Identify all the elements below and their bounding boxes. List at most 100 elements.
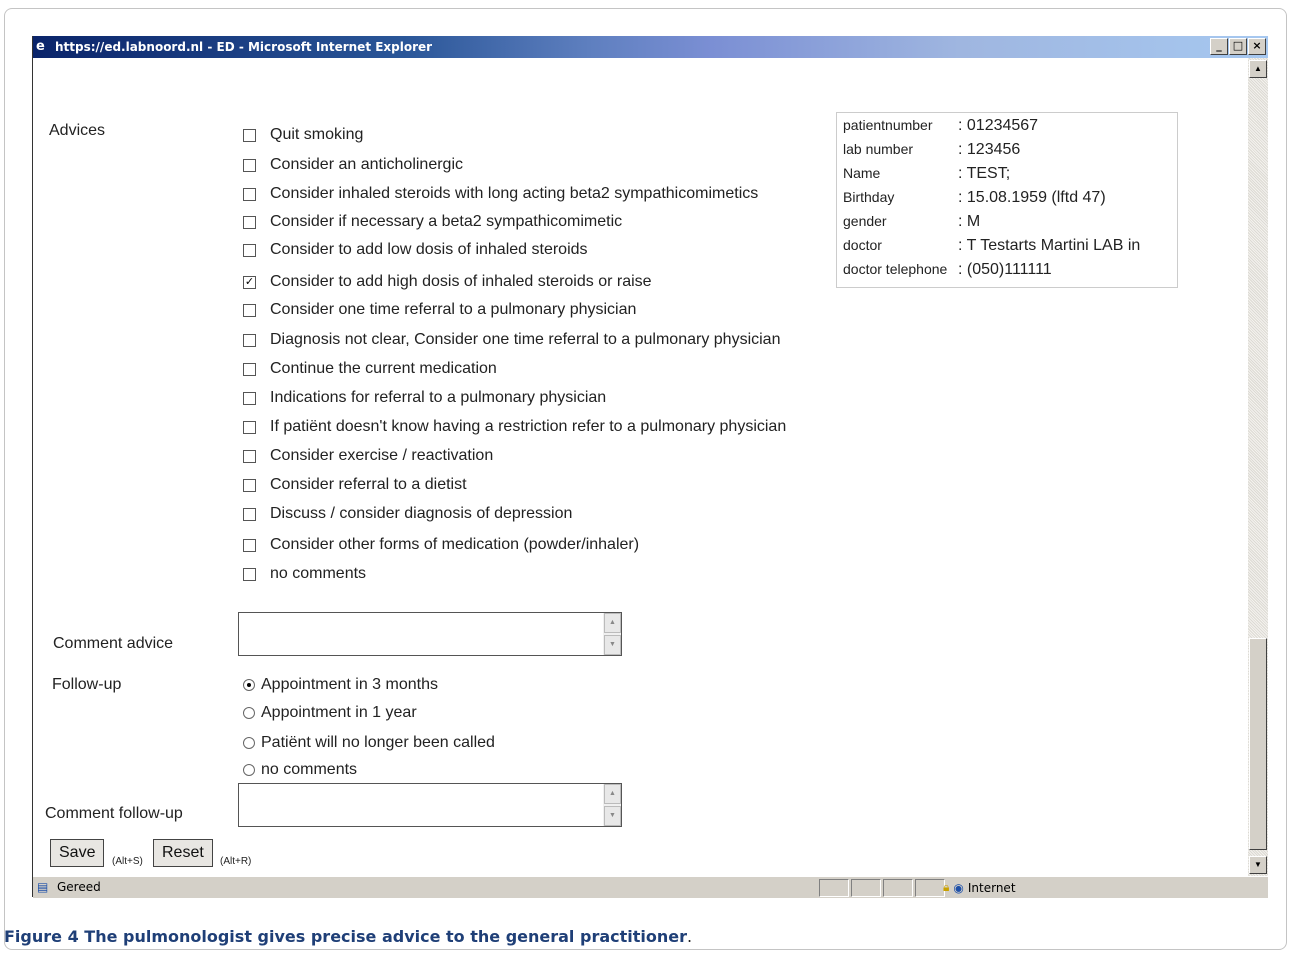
- zone-label: Internet: [967, 880, 1016, 895]
- comment-followup-input[interactable]: ▲ ▼: [238, 783, 622, 827]
- advice-label: Continue the current medication: [270, 360, 497, 377]
- reset-shortcut: (Alt+R): [220, 856, 252, 867]
- patient-info-value: : 123456: [958, 141, 1021, 158]
- advice-item[interactable]: Continue the current medication: [243, 360, 497, 378]
- patient-info-value: : TEST;: [958, 165, 1011, 182]
- patient-info-box: patientnumber: 01234567 lab number: 12345…: [836, 112, 1178, 288]
- comment-followup-label: Comment follow-up: [45, 805, 183, 822]
- patient-info-value: : T Testarts Martini LAB in: [958, 237, 1141, 254]
- followup-option[interactable]: Patiënt will no longer been called: [243, 734, 495, 752]
- followup-option-label: Appointment in 3 months: [261, 676, 438, 693]
- reset-button[interactable]: Reset: [153, 839, 213, 867]
- advice-label: Consider to add low dosis of inhaled ste…: [270, 241, 588, 258]
- patient-info-row: Name : TEST;: [843, 165, 1010, 183]
- status-text: Gereed: [57, 880, 101, 894]
- patient-info-row: lab number : 123456: [843, 141, 1020, 159]
- checkbox[interactable]: [243, 449, 256, 463]
- globe-icon: ◉: [953, 880, 964, 895]
- lock-icon: 🔒︎: [943, 880, 950, 894]
- checkbox[interactable]: [243, 333, 256, 347]
- checkbox[interactable]: [243, 507, 256, 521]
- checkbox[interactable]: [243, 538, 256, 552]
- advice-item[interactable]: no comments: [243, 565, 366, 583]
- advice-label: Consider inhaled steroids with long acti…: [270, 185, 759, 202]
- scroll-up-arrow-icon[interactable]: ▲: [1249, 60, 1267, 78]
- advice-item[interactable]: If patiënt doesn't know having a restric…: [243, 418, 786, 436]
- minimize-button[interactable]: _: [1210, 38, 1228, 55]
- checkbox[interactable]: [243, 303, 256, 317]
- advice-item[interactable]: Consider exercise / reactivation: [243, 447, 493, 465]
- advice-label: Quit smoking: [270, 126, 364, 143]
- save-button[interactable]: Save: [50, 839, 105, 867]
- checkbox[interactable]: [243, 187, 256, 201]
- radio-button[interactable]: [243, 764, 255, 776]
- save-shortcut: (Alt+S): [112, 856, 143, 867]
- radio-selected[interactable]: [243, 679, 255, 691]
- patient-info-row: doctor : T Testarts Martini LAB in: [843, 237, 1140, 255]
- advice-item[interactable]: Consider an anticholinergic: [243, 156, 463, 174]
- advice-item[interactable]: Consider other forms of medication (powd…: [243, 536, 639, 554]
- advice-item[interactable]: ✓ Consider to add high dosis of inhaled s…: [243, 273, 652, 291]
- scroll-down-arrow-icon[interactable]: ▼: [1249, 856, 1267, 874]
- radio-button[interactable]: [243, 737, 255, 749]
- checkbox[interactable]: [243, 243, 256, 257]
- advice-item[interactable]: Consider if necessary a beta2 sympathico…: [243, 213, 622, 231]
- close-button[interactable]: ×: [1248, 38, 1266, 55]
- status-panels: [819, 879, 947, 897]
- comment-advice-input[interactable]: ▲ ▼: [238, 612, 622, 656]
- caption-bold: Figure 4 The pulmonologist gives precise…: [4, 927, 687, 946]
- patient-info-key: doctor: [843, 237, 882, 253]
- advice-item[interactable]: Consider inhaled steroids with long acti…: [243, 185, 758, 203]
- patient-info-key: lab number: [843, 141, 914, 157]
- title-bar: e https://ed.labnoord.nl - ED - Microsof…: [33, 36, 1268, 58]
- advice-item[interactable]: Indications for referral to a pulmonary …: [243, 389, 606, 407]
- checkbox[interactable]: [243, 478, 256, 492]
- checkbox[interactable]: [243, 567, 256, 581]
- followup-label: Follow-up: [52, 676, 122, 693]
- scroll-down-icon[interactable]: ▼: [604, 635, 621, 655]
- advice-label: Consider one time referral to a pulmonar…: [270, 301, 637, 318]
- patient-info-row: gender: M: [843, 213, 980, 231]
- advice-item[interactable]: Discuss / consider diagnosis of depressi…: [243, 505, 572, 523]
- advice-item[interactable]: Consider referral to a dietist: [243, 476, 467, 494]
- page-icon: ▤: [37, 880, 49, 894]
- advice-item[interactable]: Diagnosis not clear, Consider one time r…: [243, 331, 780, 349]
- patient-info-row: doctor telephone: (050)111111: [843, 261, 1052, 279]
- patient-info-key: patientnumber: [843, 117, 933, 133]
- advice-item[interactable]: Consider to add low dosis of inhaled ste…: [243, 241, 588, 259]
- advice-label: Discuss / consider diagnosis of depressi…: [270, 505, 573, 522]
- advice-label: Consider exercise / reactivation: [270, 447, 494, 464]
- checkbox[interactable]: [243, 158, 256, 172]
- maximize-button[interactable]: □: [1229, 38, 1247, 55]
- checkbox-checked[interactable]: ✓: [243, 275, 256, 289]
- followup-option[interactable]: Appointment in 3 months: [243, 676, 438, 694]
- vertical-scrollbar[interactable]: ▲ ▼: [1248, 58, 1268, 878]
- checkbox[interactable]: [243, 362, 256, 376]
- advice-label: Indications for referral to a pulmonary …: [270, 389, 607, 406]
- caption-tail: .: [687, 927, 693, 946]
- advice-item[interactable]: Quit smoking: [243, 126, 363, 144]
- advice-label: If patiënt doesn't know having a restric…: [270, 418, 787, 435]
- checkbox[interactable]: [243, 420, 256, 434]
- followup-option[interactable]: no comments: [243, 761, 357, 779]
- patient-info-value: : (050)111111: [958, 261, 1052, 278]
- advice-label: Consider to add high dosis of inhaled st…: [270, 273, 652, 290]
- scroll-up-icon[interactable]: ▲: [604, 784, 621, 804]
- checkbox[interactable]: [243, 391, 256, 405]
- window-title: https://ed.labnoord.nl - ED - Microsoft …: [55, 40, 433, 54]
- advice-item[interactable]: Consider one time referral to a pulmonar…: [243, 301, 636, 319]
- comment-advice-label: Comment advice: [53, 635, 174, 652]
- advice-label: Consider other forms of medication (powd…: [270, 536, 640, 553]
- scroll-up-icon[interactable]: ▲: [604, 613, 621, 633]
- patient-info-key: Name: [843, 165, 881, 181]
- patient-info-key: Birthday: [843, 189, 895, 205]
- followup-option[interactable]: Appointment in 1 year: [243, 704, 417, 722]
- advice-label: no comments: [270, 565, 367, 582]
- checkbox[interactable]: [243, 215, 256, 229]
- followup-option-label: Appointment in 1 year: [261, 704, 417, 721]
- checkbox[interactable]: [243, 128, 256, 142]
- scroll-down-icon[interactable]: ▼: [604, 806, 621, 826]
- advice-label: Consider referral to a dietist: [270, 476, 467, 493]
- scrollbar-thumb[interactable]: [1249, 638, 1267, 850]
- radio-button[interactable]: [243, 707, 255, 719]
